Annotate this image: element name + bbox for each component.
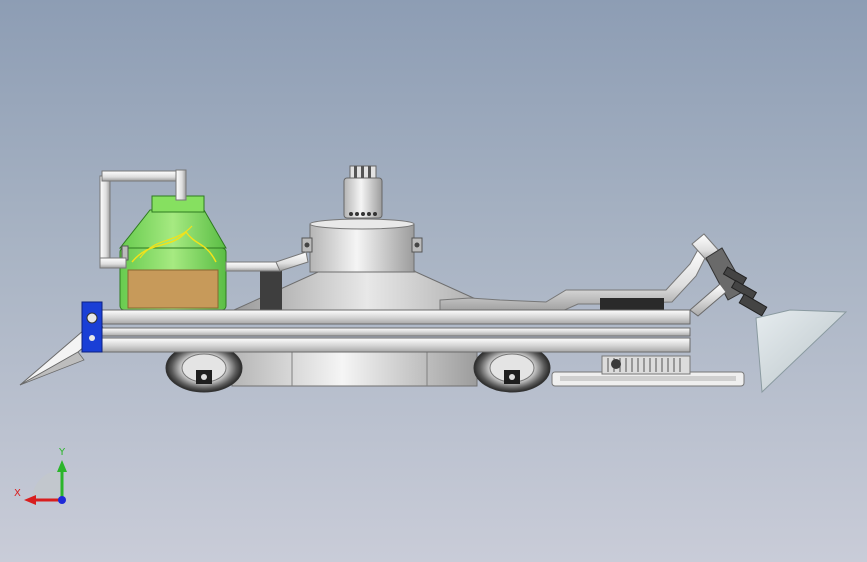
fan-motor (343, 165, 383, 219)
suction-nozzle (691, 233, 848, 394)
underbody-housing (231, 351, 478, 387)
z-axis-dot (58, 496, 66, 504)
y-axis-label: Y (58, 447, 66, 458)
front-blue-bracket (81, 301, 103, 353)
robot-side-view: Y X (14, 165, 848, 505)
brush-plate (551, 355, 745, 387)
cad-viewport[interactable]: Y X (0, 0, 867, 562)
motor-housing (301, 218, 423, 273)
coordinate-triad: Y X (14, 447, 67, 505)
connector-pipe-middle (225, 251, 309, 272)
suction-pipe-right (439, 245, 709, 313)
x-axis-label: X (14, 488, 21, 499)
dirt-water-tank (118, 195, 227, 311)
